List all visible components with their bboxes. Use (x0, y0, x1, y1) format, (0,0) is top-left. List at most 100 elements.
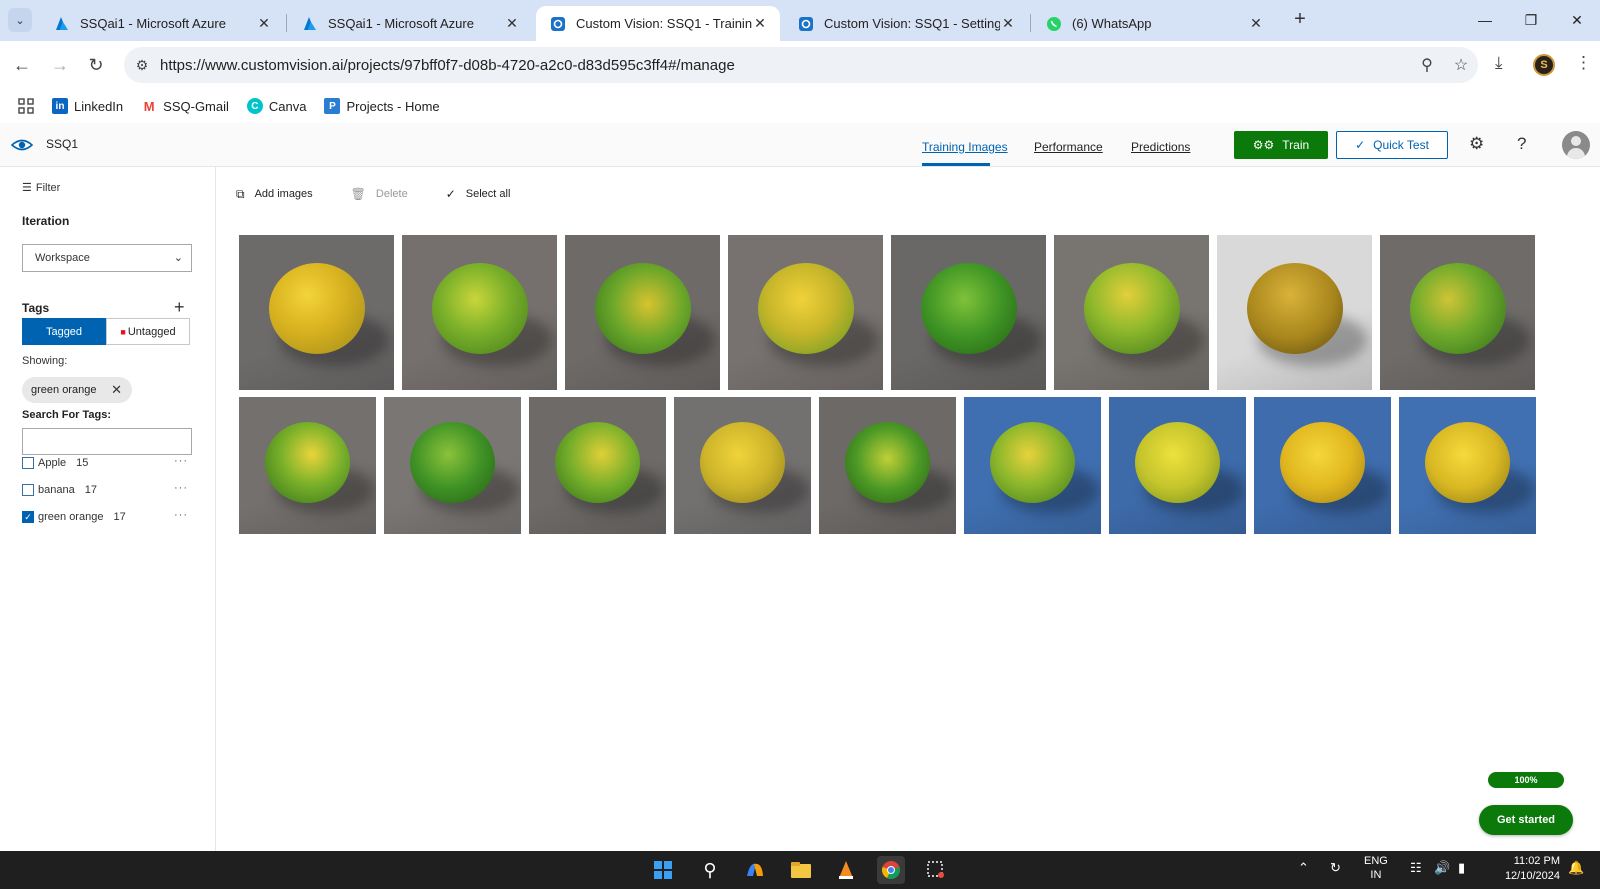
battery-icon[interactable]: ▮ (1458, 860, 1465, 876)
vlc-icon[interactable] (832, 856, 860, 884)
close-icon[interactable]: ✕ (752, 15, 768, 32)
train-button[interactable]: ⚙⚙ Train (1234, 131, 1328, 159)
training-image-thumbnail[interactable] (1399, 397, 1536, 534)
browser-tab-4[interactable]: Custom Vision: SSQ1 - Settings ✕ (784, 6, 1028, 41)
training-image-thumbnail[interactable] (674, 397, 811, 534)
search-icon[interactable]: ⚲ (696, 856, 724, 884)
new-tab-plus-icon[interactable]: + (1288, 8, 1312, 32)
quick-test-label: Quick Test (1373, 138, 1429, 152)
zoom-icon[interactable]: ⚲ (1410, 55, 1444, 75)
checkbox[interactable] (22, 484, 34, 496)
download-icon[interactable]: ⤓ (1495, 53, 1503, 73)
file-explorer-icon[interactable] (787, 856, 815, 884)
training-image-thumbnail[interactable] (1054, 235, 1209, 390)
site-info-icon[interactable]: ⚙ (124, 57, 160, 74)
more-options-icon[interactable]: ··· (174, 509, 188, 521)
training-image-thumbnail[interactable] (384, 397, 521, 534)
browser-tab-1[interactable]: SSQai1 - Microsoft Azure ✕ (40, 6, 284, 41)
training-image-thumbnail[interactable] (1254, 397, 1391, 534)
back-arrow-icon[interactable]: ← (8, 51, 36, 79)
training-image-thumbnail[interactable] (565, 235, 720, 390)
project-name[interactable]: SSQ1 (46, 137, 78, 151)
quick-test-button[interactable]: ✓ Quick Test (1336, 131, 1448, 159)
bookmark-gmail[interactable]: M SSQ-Gmail (141, 98, 229, 114)
select-all-button[interactable]: ✓ Select all (446, 187, 511, 201)
input-language-indicator[interactable]: ENG IN (1364, 854, 1388, 882)
more-options-icon[interactable]: ··· (174, 455, 188, 467)
close-icon[interactable]: ✕ (1248, 15, 1264, 32)
checkbox-checked[interactable]: ✓ (22, 511, 34, 523)
training-image-thumbnail[interactable] (1217, 235, 1372, 390)
volume-icon[interactable]: 🔊 (1434, 860, 1450, 876)
iteration-dropdown[interactable]: Workspace ⌄ (22, 244, 192, 272)
notification-bell-icon[interactable]: 🔔 (1568, 860, 1584, 876)
system-clock[interactable]: 11:02 PM 12/10/2024 (1492, 854, 1560, 884)
profile-avatar[interactable]: S (1533, 54, 1555, 76)
training-image-thumbnail[interactable] (529, 397, 666, 534)
eye-icon[interactable] (10, 135, 34, 155)
restore-icon[interactable]: ❐ (1508, 6, 1554, 34)
search-tags-input[interactable] (22, 428, 192, 455)
bookmark-projects-home[interactable]: P Projects - Home (324, 98, 440, 114)
settings-gear-icon[interactable]: ⚙ (1469, 134, 1484, 154)
train-button-label: Train (1282, 138, 1310, 152)
browser-tab-3-active[interactable]: Custom Vision: SSQ1 - Training ✕ (536, 6, 780, 41)
delete-button[interactable]: 🗑 Delete (351, 187, 408, 201)
add-images-button[interactable]: ⧉ Add images (236, 187, 313, 202)
add-tag-plus-icon[interactable]: + (174, 297, 185, 318)
training-image-thumbnail[interactable] (891, 235, 1046, 390)
url-text[interactable]: https://www.customvision.ai/projects/97b… (160, 57, 1410, 74)
bookmark-star-icon[interactable]: ☆ (1444, 55, 1478, 75)
sync-icon[interactable]: ↻ (1330, 860, 1341, 876)
training-image-thumbnail[interactable] (728, 235, 883, 390)
wifi-icon[interactable]: ☷ (1410, 860, 1422, 876)
minimize-icon[interactable]: — (1462, 6, 1508, 34)
orange-fruit (921, 263, 1017, 354)
apps-grid-icon[interactable] (0, 98, 52, 114)
tab-search-chevron-icon[interactable]: ⌄ (8, 8, 32, 32)
training-image-thumbnail[interactable] (819, 397, 956, 534)
bookmark-linkedin[interactable]: in LinkedIn (52, 98, 123, 114)
training-image-thumbnail[interactable] (1380, 235, 1535, 390)
address-bar[interactable]: ⚙ https://www.customvision.ai/projects/9… (124, 47, 1478, 83)
tab-predictions[interactable]: Predictions (1131, 140, 1190, 154)
tag-row-apple[interactable]: Apple 15 ··· (22, 454, 192, 472)
close-icon[interactable]: ✕ (256, 15, 272, 32)
remove-chip-close-icon[interactable]: ✕ (111, 382, 122, 398)
snipping-tool-icon[interactable] (922, 856, 950, 884)
windows-start-icon[interactable] (649, 856, 677, 884)
help-icon[interactable]: ? (1517, 134, 1526, 154)
user-avatar[interactable] (1562, 131, 1590, 159)
bookmark-canva[interactable]: C Canva (246, 98, 306, 114)
forward-arrow-icon[interactable]: → (46, 51, 74, 79)
get-started-button[interactable]: Get started (1479, 805, 1573, 835)
reload-icon[interactable]: ↻ (82, 51, 110, 79)
more-options-icon[interactable]: ··· (174, 482, 188, 494)
close-icon[interactable]: ✕ (504, 15, 520, 32)
tab-training-images[interactable]: Training Images (922, 140, 1008, 154)
window-close-icon[interactable]: ✕ (1554, 6, 1600, 34)
canva-icon: C (246, 98, 263, 114)
training-image-thumbnail[interactable] (402, 235, 557, 390)
browser-menu-icon[interactable]: ⋮ (1575, 53, 1592, 73)
training-image-thumbnail[interactable] (239, 397, 376, 534)
checkbox[interactable] (22, 457, 34, 469)
show-hidden-icons-chevron-icon[interactable]: ⌃ (1298, 860, 1309, 876)
close-icon[interactable]: ✕ (1000, 15, 1016, 32)
training-image-thumbnail[interactable] (1109, 397, 1246, 534)
tab-performance[interactable]: Performance (1034, 140, 1103, 154)
copilot-icon[interactable] (741, 856, 769, 884)
tag-row-banana[interactable]: banana 17 ··· (22, 481, 192, 499)
tagged-toggle[interactable]: Tagged (22, 318, 106, 345)
browser-tab-2[interactable]: SSQai1 - Microsoft Azure ✕ (288, 6, 532, 41)
tag-row-green-orange[interactable]: ✓ green orange 17 ··· (22, 508, 192, 526)
browser-tab-5[interactable]: (6) WhatsApp ✕ (1032, 6, 1276, 41)
orange-fruit (555, 422, 640, 503)
chrome-icon[interactable] (877, 856, 905, 884)
add-image-icon: ⧉ (236, 186, 245, 201)
training-image-thumbnail[interactable] (239, 235, 394, 390)
untagged-toggle[interactable]: ■ Untagged (106, 318, 190, 345)
tab-title: SSQai1 - Microsoft Azure (328, 16, 474, 31)
training-image-thumbnail[interactable] (964, 397, 1101, 534)
filter-toggle[interactable]: ☰ Filter (22, 181, 60, 195)
